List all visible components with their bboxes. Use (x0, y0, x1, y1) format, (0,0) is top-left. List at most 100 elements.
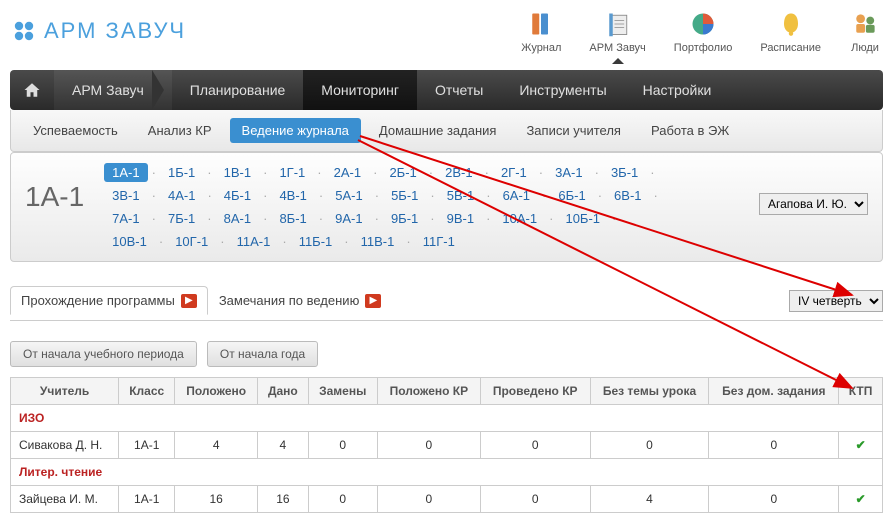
class-chip[interactable]: 9В-1 (439, 209, 482, 228)
class-chip[interactable]: 6В-1 (606, 186, 649, 205)
class-chip[interactable]: 9Б-1 (383, 209, 426, 228)
quarter-dropdown[interactable]: IV четверть (789, 290, 883, 312)
nav-item[interactable]: Планирование (172, 70, 304, 110)
quarter-select[interactable]: IV четверть (789, 290, 883, 312)
class-chip[interactable]: 4В-1 (271, 186, 314, 205)
subject-row: Литер. чтение (11, 459, 883, 486)
top-icon-glyph (602, 8, 634, 40)
class-chip[interactable]: 10А-1 (494, 209, 545, 228)
sub-nav-item[interactable]: Домашние задания (367, 118, 509, 143)
current-class-title: 1А-1 (25, 181, 84, 213)
class-chip[interactable]: 11Б-1 (291, 232, 341, 251)
class-chip[interactable]: 11А-1 (229, 232, 279, 251)
class-chip[interactable]: 1В-1 (216, 163, 259, 182)
table-cell: 0 (709, 432, 839, 459)
class-chip[interactable]: 6А-1 (495, 186, 538, 205)
table-cell: 1А-1 (119, 432, 175, 459)
top-icon-label: АРМ Завуч (589, 42, 645, 54)
class-chip[interactable]: 1Б-1 (160, 163, 203, 182)
progress-table: УчительКлассПоложеноДаноЗаменыПоложено К… (10, 377, 883, 513)
top-icon-4[interactable]: Люди (849, 8, 881, 54)
nav-item[interactable]: Инструменты (501, 70, 624, 110)
top-icon-glyph (775, 8, 807, 40)
class-chip[interactable]: 7Б-1 (160, 209, 203, 228)
top-icon-glyph (687, 8, 719, 40)
class-chip[interactable]: 5Б-1 (383, 186, 426, 205)
table-cell: ✔ (839, 432, 883, 459)
top-icon-0[interactable]: Журнал (521, 8, 561, 54)
table-cell: 0 (308, 432, 377, 459)
table-header: Положено (175, 378, 258, 405)
class-chip[interactable]: 11Г-1 (415, 232, 463, 251)
arrow-right-icon: ▶ (365, 294, 381, 308)
class-chip[interactable]: 2Б-1 (381, 163, 424, 182)
sub-nav-item[interactable]: Ведение журнала (230, 118, 361, 143)
table-cell: 4 (258, 432, 308, 459)
class-chip[interactable]: 3В-1 (104, 186, 147, 205)
top-icon-3[interactable]: Расписание (760, 8, 821, 54)
class-chip[interactable]: 5В-1 (439, 186, 482, 205)
class-chip[interactable]: 5А-1 (327, 186, 370, 205)
class-chip[interactable]: 3Б-1 (603, 163, 646, 182)
table-cell: 1А-1 (119, 486, 175, 513)
table-cell: 16 (258, 486, 308, 513)
table-header: Класс (119, 378, 175, 405)
nav-item[interactable]: Настройки (625, 70, 730, 110)
teacher-dropdown[interactable]: Агапова И. Ю. (759, 193, 868, 215)
sub-nav-item[interactable]: Успеваемость (21, 118, 130, 143)
table-cell: 0 (377, 432, 480, 459)
class-chip[interactable]: 2А-1 (326, 163, 369, 182)
class-chip[interactable]: 1Г-1 (271, 163, 313, 182)
top-icon-label: Расписание (760, 42, 821, 54)
tab-chip[interactable]: Замечания по ведению▶ (208, 286, 393, 315)
class-chip[interactable]: 2Г-1 (493, 163, 535, 182)
top-icon-2[interactable]: Портфолио (674, 8, 733, 54)
filter-row: От начала учебного периода От начала года (10, 341, 883, 367)
class-chip[interactable]: 10Б-1 (557, 209, 608, 228)
table-cell: ✔ (839, 486, 883, 513)
nav-breadcrumb[interactable]: АРМ Завуч (54, 70, 172, 110)
sub-nav-item[interactable]: Работа в ЭЖ (639, 118, 741, 143)
clover-icon (12, 19, 36, 43)
table-header: Проведено КР (480, 378, 590, 405)
class-chip[interactable]: 10Г-1 (167, 232, 216, 251)
table-cell: 4 (175, 432, 258, 459)
class-chip[interactable]: 10В-1 (104, 232, 155, 251)
table-header: Учитель (11, 378, 119, 405)
home-icon[interactable] (10, 70, 54, 110)
class-chip[interactable]: 8Б-1 (271, 209, 314, 228)
filter-button[interactable]: От начала года (207, 341, 318, 367)
teacher-select[interactable]: Агапова И. Ю. (759, 193, 868, 215)
top-icon-label: Портфолио (674, 42, 733, 54)
check-icon: ✔ (856, 438, 866, 452)
class-chip[interactable]: 4А-1 (160, 186, 203, 205)
filter-button[interactable]: От начала учебного периода (10, 341, 197, 367)
nav-item[interactable]: Отчеты (417, 70, 501, 110)
class-chip[interactable]: 7А-1 (104, 209, 147, 228)
table-cell: 0 (377, 486, 480, 513)
table-row: Зайцева И. М.1А-1161600040✔ (11, 486, 883, 513)
sub-nav-item[interactable]: Записи учителя (514, 118, 633, 143)
class-chip[interactable]: 11В-1 (353, 232, 403, 251)
class-chip[interactable]: 8А-1 (216, 209, 259, 228)
class-chip[interactable]: 3А-1 (547, 163, 590, 182)
table-cell: 0 (308, 486, 377, 513)
class-chip[interactable]: 9А-1 (327, 209, 370, 228)
nav-item[interactable]: Мониторинг (303, 70, 417, 110)
top-icon-label: Люди (851, 42, 879, 54)
app-title: АРМ ЗАВУЧ (44, 18, 186, 44)
class-chip[interactable]: 1А-1 (104, 163, 147, 182)
class-chip[interactable]: 6Б-1 (550, 186, 593, 205)
table-cell: 0 (590, 432, 709, 459)
table-cell: 0 (480, 432, 590, 459)
class-chip[interactable]: 4Б-1 (216, 186, 259, 205)
sub-nav: УспеваемостьАнализ КРВедение журналаДома… (10, 110, 883, 152)
table-header: Дано (258, 378, 308, 405)
class-chip[interactable]: 2В-1 (437, 163, 480, 182)
tab-chip[interactable]: Прохождение программы▶ (10, 286, 208, 315)
top-icon-1[interactable]: АРМ Завуч (589, 8, 645, 54)
table-header: КТП (839, 378, 883, 405)
sub-nav-item[interactable]: Анализ КР (136, 118, 224, 143)
class-selector-panel: 1А-1 1А-1·1Б-1·1В-1·1Г-1·2А-1·2Б-1·2В-1·… (10, 152, 883, 262)
table-row: Сивакова Д. Н.1А-14400000✔ (11, 432, 883, 459)
